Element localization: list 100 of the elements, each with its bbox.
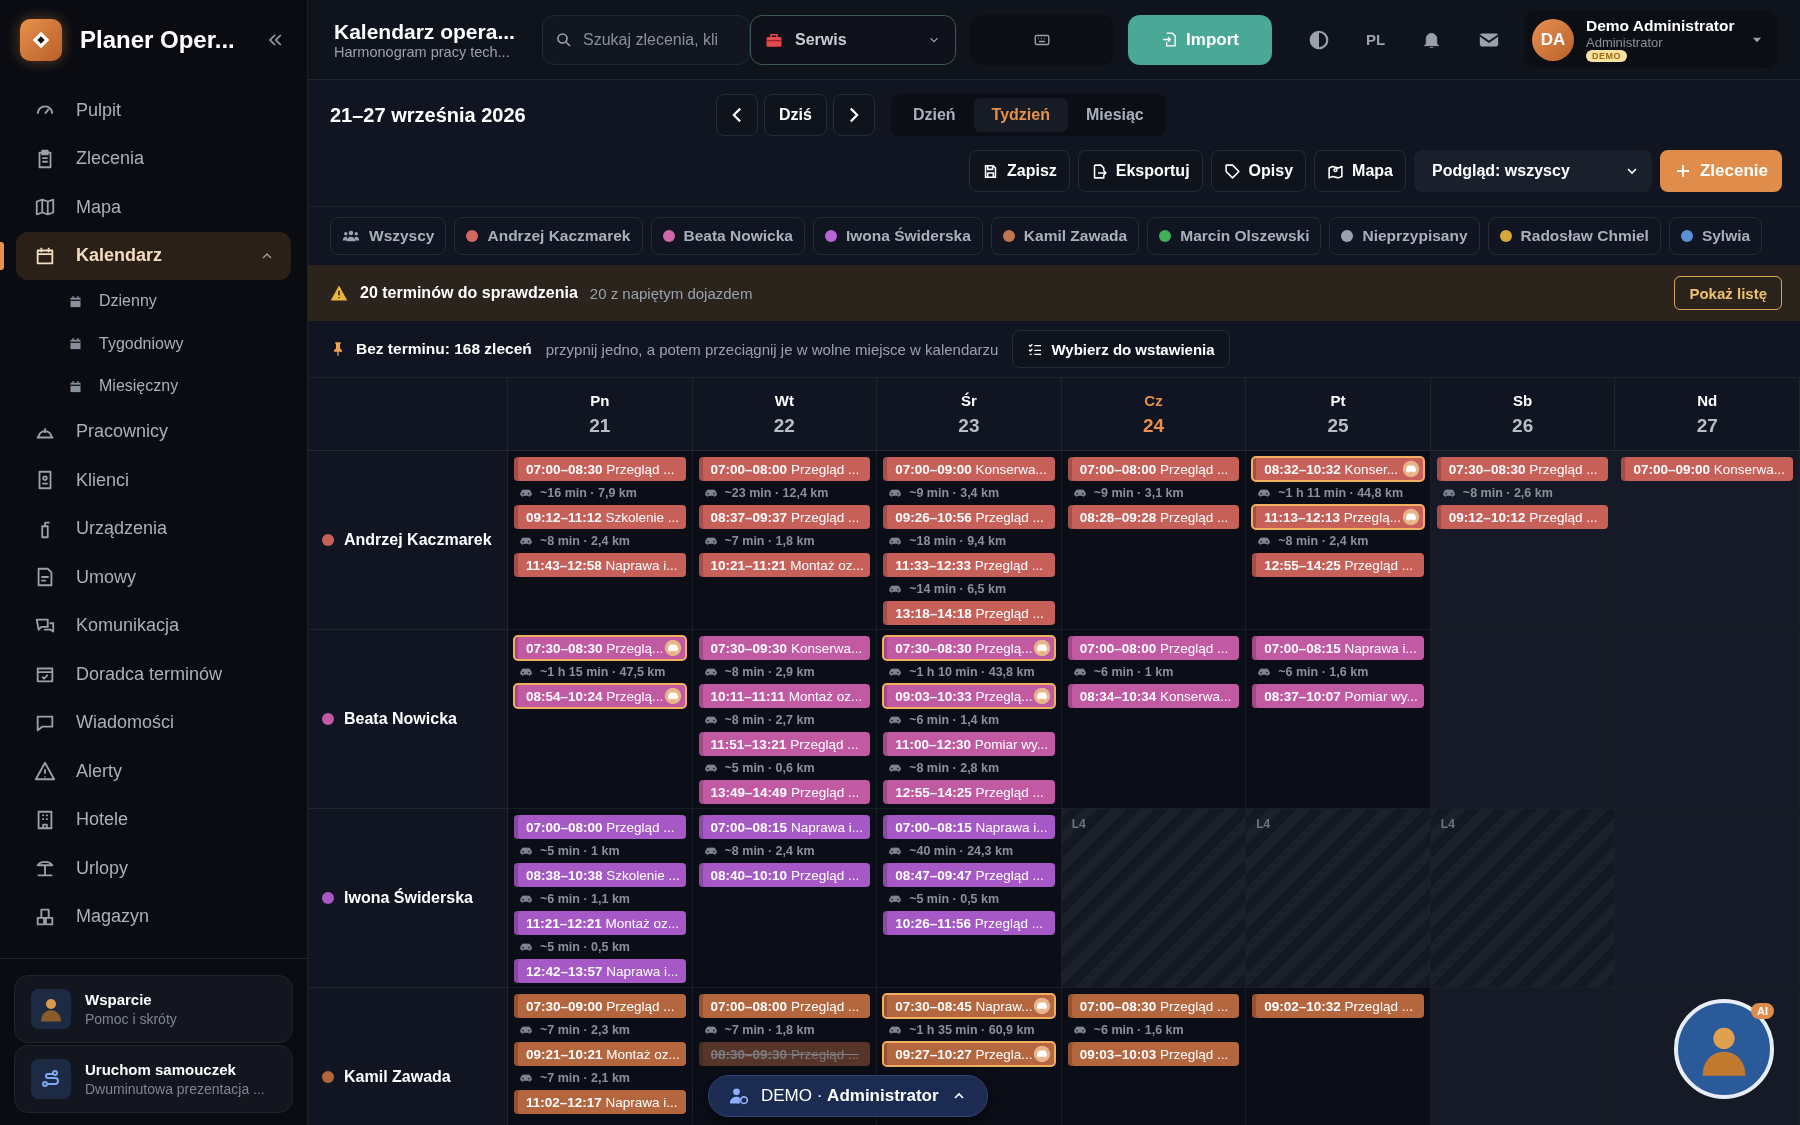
calendar-event[interactable]: 07:00–08:00 Przegląd ... [698, 994, 871, 1018]
filter-chip[interactable]: Sylwia [1668, 217, 1763, 255]
filter-chip[interactable]: Nieprzypisany [1329, 217, 1480, 255]
toolbar-button[interactable]: Opisy [1210, 150, 1307, 192]
calendar-event[interactable]: 07:00–09:00 Konserwa... [1621, 457, 1793, 481]
nav-item[interactable]: Pracownicy [16, 407, 291, 456]
calendar-event[interactable]: 08:28–09:28 Przegląd ... [1067, 505, 1240, 529]
language-button[interactable]: PL [1366, 31, 1386, 48]
calendar-event[interactable]: 11:21–12:21 Montaż oz... [514, 911, 686, 935]
calendar-event[interactable]: 11:51–13:21 Przegląd ... [698, 732, 871, 756]
calendar-event[interactable]: 08:47–09:47 Przegląd ... [883, 863, 1055, 887]
calendar-event[interactable]: 08:38–10:38 Szkolenie ... [514, 863, 686, 887]
calendar-event[interactable]: 09:12–11:12 Szkolenie ... [514, 505, 686, 529]
calendar-event[interactable]: 07:00–08:00 Przegląd ... [514, 815, 686, 839]
filter-chip[interactable]: Marcin Olszewski [1147, 217, 1322, 255]
calendar-event[interactable]: 08:34–10:34 Konserwa... [1067, 684, 1240, 708]
nav-item[interactable]: Alerty [16, 747, 291, 796]
nav-subitem[interactable]: Miesięczny [16, 365, 291, 408]
division-dropdown[interactable]: Serwis [750, 14, 956, 65]
toolbar-button[interactable]: Eksportuj [1077, 150, 1203, 192]
calendar-event[interactable]: 08:37–10:07 Pomiar wy... [1252, 684, 1424, 708]
next-button[interactable] [832, 94, 875, 136]
calendar-event[interactable]: 08:37–09:37 Przegląd ... [698, 505, 871, 529]
filter-chip[interactable]: Kamil Zawada [990, 217, 1140, 255]
sidebar-card[interactable]: Uruchom samouczek Dwuminutowa prezentacja ... [14, 1045, 293, 1113]
calendar-event[interactable]: 07:00–08:15 Naprawa i... [883, 815, 1055, 839]
calendar-event[interactable]: 07:30–08:30 Przeglą... [514, 636, 686, 660]
calendar-event[interactable]: 07:00–08:30 Przegląd ... [514, 457, 686, 481]
nav-item[interactable]: Mapa [16, 183, 291, 232]
previous-button[interactable] [716, 94, 758, 136]
nav-item[interactable]: Zlecenia [16, 134, 291, 183]
nav-subitem[interactable]: Tygodniowy [16, 322, 291, 365]
calendar-event[interactable]: 09:03–10:03 Przegląd ... [1067, 1042, 1240, 1066]
nav-item[interactable]: Magazyn [16, 892, 291, 941]
pick-to-insert-button[interactable]: Wybierz do wstawienia [1012, 330, 1230, 368]
calendar-event[interactable]: 07:00–08:15 Naprawa i... [1252, 636, 1424, 660]
calendar-event[interactable]: 13:49–14:49 Przegląd ... [698, 780, 871, 804]
preview-dropdown[interactable]: Podgląd: wszyscy [1413, 150, 1652, 192]
filter-chip[interactable]: Iwona Świderska [812, 217, 983, 255]
nav-item[interactable]: Doradca terminów [16, 650, 291, 699]
user-menu[interactable]: DA Demo Administrator Administrator DEMO [1524, 11, 1778, 68]
view-tab[interactable]: Dzień [894, 98, 974, 132]
view-tab[interactable]: Miesiąc [1067, 98, 1162, 132]
nav-item[interactable]: Wiadomości [16, 698, 291, 747]
search-field[interactable]: Szukaj zlecenia, kli [542, 14, 750, 65]
calendar-event[interactable]: 08:40–10:10 Przegląd ... [698, 863, 871, 887]
filter-chip[interactable]: Wszyscy [330, 217, 447, 255]
calendar-event[interactable]: 07:30–08:30 Przegląd ... [1436, 457, 1609, 481]
calendar-event[interactable]: 13:18–14:18 Przegląd ... [883, 601, 1055, 625]
calendar-event[interactable]: 09:12–10:12 Przegląd ... [1436, 505, 1609, 529]
nav-item[interactable]: Klienci [16, 456, 291, 505]
today-button[interactable]: Dziś [764, 94, 827, 136]
calendar-event[interactable]: 10:11–11:11 Montaż oz... [698, 684, 871, 708]
calendar-event[interactable]: 07:30–08:30 Przeglą... [883, 636, 1055, 660]
demo-role-bar[interactable]: DEMO · Administrator [708, 1075, 988, 1117]
calendar-event[interactable]: 09:26–10:56 Przegląd ... [883, 505, 1055, 529]
calendar-event[interactable]: 12:42–13:57 Naprawa i... [514, 959, 686, 983]
filter-chip[interactable]: Radosław Chmiel [1487, 217, 1661, 255]
calendar-event[interactable]: 07:00–09:00 Konserwa... [883, 457, 1055, 481]
calendar-event[interactable]: 09:27–10:27 Przegla... [883, 1042, 1055, 1066]
calendar-event[interactable]: 07:00–08:00 Przegląd ... [1067, 636, 1240, 660]
sidebar-card[interactable]: Wsparcie Pomoc i skróty [14, 975, 293, 1043]
nav-item[interactable]: Urlopy [16, 844, 291, 893]
new-order-button[interactable]: Zlecenie [1659, 150, 1782, 192]
toolbar-button[interactable]: Mapa [1314, 150, 1406, 192]
calendar-event[interactable]: 07:30–09:30 Konserwa... [698, 636, 871, 660]
calendar-event[interactable]: 07:00–08:00 Przegląd ... [1067, 457, 1240, 481]
filter-chip[interactable]: Beata Nowicka [650, 217, 805, 255]
calendar-event[interactable]: 07:00–08:15 Naprawa i... [698, 815, 871, 839]
filter-chip[interactable]: Andrzej Kaczmarek [454, 217, 643, 255]
nav-subitem[interactable]: Dzienny [16, 280, 291, 323]
calendar-event[interactable]: 11:02–12:17 Naprawa i... [514, 1090, 686, 1114]
calendar-event[interactable]: 08:54–10:24 Przeglą... [514, 684, 686, 708]
calendar-event[interactable]: 08:32–10:32 Konser... [1252, 457, 1424, 481]
calendar-event[interactable]: 07:00–08:00 Przegląd ... [698, 457, 871, 481]
calendar-event[interactable]: 09:03–10:33 Przeglą... [883, 684, 1055, 708]
calendar-event[interactable]: 11:33–12:33 Przegląd ... [883, 553, 1055, 577]
calendar-event[interactable]: 11:43–12:58 Naprawa i... [514, 553, 686, 577]
calendar-event[interactable]: 07:00–08:30 Przegląd ... [1067, 994, 1240, 1018]
calendar-event[interactable]: 12:55–14:25 Przegląd ... [883, 780, 1055, 804]
contrast-icon[interactable] [1308, 28, 1330, 51]
show-list-button[interactable]: Pokaż listę [1674, 276, 1782, 310]
nav-item[interactable]: Urządzenia [16, 504, 291, 553]
nav-item[interactable]: Pulpit [16, 86, 291, 135]
calendar-event[interactable]: 12:55–14:25 Przegląd ... [1252, 553, 1424, 577]
view-tab[interactable]: Tydzień [973, 98, 1068, 132]
calendar-event[interactable]: 08:30–09:30 Przegląd ... [698, 1042, 871, 1066]
calendar-event[interactable]: 07:30–09:00 Przegląd ... [514, 994, 686, 1018]
calendar-event[interactable]: 09:02–10:32 Przegląd ... [1252, 994, 1424, 1018]
calendar-event[interactable]: 10:26–11:56 Przegląd ... [883, 911, 1055, 935]
toolbar-button[interactable]: Zapisz [969, 150, 1070, 192]
calendar-event[interactable]: 07:30–08:45 Napraw... [883, 994, 1055, 1018]
nav-item[interactable]: Komunikacja [16, 601, 291, 650]
calendar-event[interactable]: 10:21–11:21 Montaż oz... [698, 553, 871, 577]
calendar-event[interactable]: 11:00–12:30 Pomiar wy... [883, 732, 1055, 756]
import-button[interactable]: Import [1128, 14, 1272, 65]
nav-item[interactable]: Hotele [16, 795, 291, 844]
calendar-event[interactable]: 09:21–10:21 Montaż oz... [514, 1042, 686, 1066]
nav-item[interactable]: Umowy [16, 553, 291, 602]
calendar-event[interactable]: 11:13–12:13 Przeglą... [1252, 505, 1424, 529]
